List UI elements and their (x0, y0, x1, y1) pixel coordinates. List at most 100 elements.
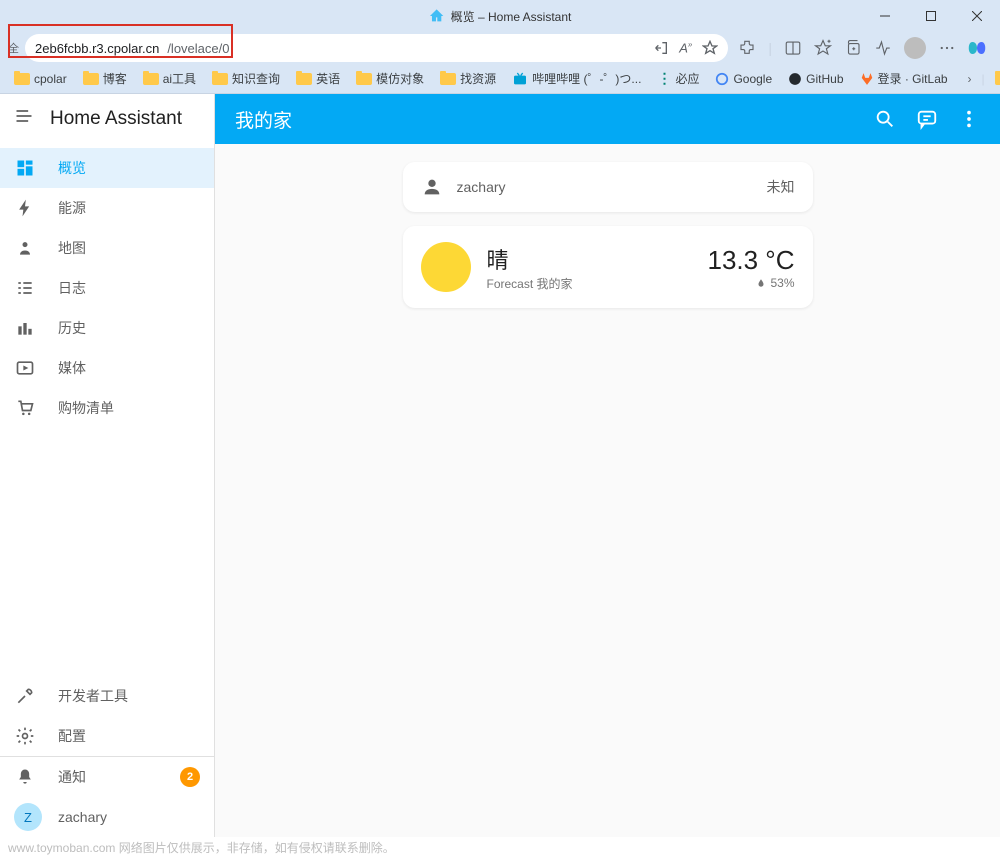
person-status: 未知 (767, 177, 795, 197)
assist-icon[interactable] (916, 108, 938, 130)
sidebar-item-label: 通知 (58, 767, 86, 787)
window-title-group: 概览 – Home Assistant (429, 8, 572, 25)
sidebar-item-media[interactable]: 媒体 (0, 348, 214, 388)
sidebar-item-label: 媒体 (58, 358, 86, 378)
overflow-menu-icon[interactable] (958, 108, 980, 130)
header-title: 我的家 (235, 106, 292, 133)
sidebar-item-label: 日志 (58, 278, 86, 298)
bing-icon: ⋮ (657, 70, 671, 87)
sidebar-item-label: 开发者工具 (58, 686, 128, 706)
bookmark-item[interactable]: 博客 (77, 68, 133, 89)
main-content: 我的家 zachary 未知 晴 Forecast 我的家 13.3 °C (215, 94, 1000, 837)
bookmark-item[interactable]: cpolar (8, 70, 73, 88)
sidebar-item-overview[interactable]: 概览 (0, 148, 214, 188)
bookmark-item[interactable]: Google (709, 70, 778, 88)
search-hint-icon[interactable] (653, 40, 669, 56)
sidebar-item-history[interactable]: 历史 (0, 308, 214, 348)
menu-toggle-button[interactable] (14, 106, 34, 132)
sidebar-title: Home Assistant (50, 108, 182, 130)
bolt-icon (14, 198, 36, 218)
cart-icon (14, 398, 36, 418)
person-icon (421, 176, 443, 198)
sidebar-item-shopping[interactable]: 购物清单 (0, 388, 214, 428)
notification-badge: 2 (180, 767, 200, 787)
window-close-button[interactable] (954, 0, 1000, 32)
github-icon (788, 72, 802, 86)
user-avatar: Z (14, 803, 42, 831)
sidebar-user-label: zachary (58, 809, 107, 825)
sidebar-item-user[interactable]: Z zachary (0, 797, 214, 837)
address-input[interactable]: 2eb6fcbb.r3.cpolar.cn/lovelace/0 A» (25, 34, 728, 62)
sidebar-item-label: 地图 (58, 238, 86, 258)
text-size-icon[interactable]: A» (679, 40, 692, 55)
folder-icon (212, 73, 228, 85)
bookmark-item[interactable]: 模仿对象 (350, 68, 430, 89)
weather-humidity: 53% (707, 276, 794, 290)
weather-forecast-label: Forecast 我的家 (487, 275, 573, 292)
favorite-star-icon[interactable] (702, 40, 718, 56)
dashboard-icon (14, 158, 36, 178)
sidebar-header: Home Assistant (0, 94, 214, 144)
other-bookmarks-folder[interactable]: 其他收藏夹 (989, 68, 1000, 89)
sidebar-item-label: 能源 (58, 198, 86, 218)
performance-icon[interactable] (874, 39, 892, 57)
media-icon (14, 358, 36, 378)
logbook-icon (14, 278, 36, 298)
map-icon (14, 238, 36, 258)
extensions-icon[interactable] (738, 39, 756, 57)
weather-card[interactable]: 晴 Forecast 我的家 13.3 °C 53% (403, 226, 813, 308)
window-minimize-button[interactable] (862, 0, 908, 32)
search-icon[interactable] (874, 108, 896, 130)
favorites-icon[interactable] (814, 39, 832, 57)
window-maximize-button[interactable] (908, 0, 954, 32)
droplet-icon (756, 278, 766, 288)
weather-temperature: 13.3 °C (707, 245, 794, 276)
bell-icon (14, 767, 36, 787)
sun-icon (421, 242, 471, 292)
watermark-footer: www.toymoban.com 网络图片仅供展示，非存储，如有侵权请联系删除。 (0, 837, 1000, 857)
sidebar-item-map[interactable]: 地图 (0, 228, 214, 268)
sidebar: Home Assistant 概览 能源 地图 日志 历史 (0, 94, 215, 837)
folder-icon (296, 73, 312, 85)
bookmarks-overflow-button[interactable]: › (962, 72, 978, 86)
gitlab-icon (860, 72, 874, 86)
sidebar-item-label: 历史 (58, 318, 86, 338)
sidebar-item-config[interactable]: 配置 (0, 716, 214, 756)
folder-icon (143, 73, 159, 85)
bookmark-item[interactable]: 登录 · GitLab (854, 68, 954, 89)
google-icon (715, 72, 729, 86)
url-host: 2eb6fcbb.r3.cpolar.cn (35, 41, 159, 56)
sidebar-item-energy[interactable]: 能源 (0, 188, 214, 228)
split-screen-icon[interactable] (784, 39, 802, 57)
bookmark-item[interactable]: 英语 (290, 68, 346, 89)
folder-icon (356, 73, 372, 85)
security-prefix: 全 (8, 40, 19, 56)
person-card[interactable]: zachary 未知 (403, 162, 813, 212)
folder-icon (995, 73, 1000, 85)
bilibili-icon (512, 71, 528, 87)
bookmark-item[interactable]: 哔哩哔哩 (゜-゜)つ... (506, 68, 647, 89)
bookmark-item[interactable]: 找资源 (434, 68, 502, 89)
window-titlebar: 概览 – Home Assistant (0, 0, 1000, 32)
sidebar-item-label: 购物清单 (58, 398, 114, 418)
bookmark-item[interactable]: 知识查询 (206, 68, 286, 89)
history-icon (14, 318, 36, 338)
folder-icon (440, 73, 456, 85)
sidebar-item-label: 概览 (58, 158, 86, 178)
profile-avatar[interactable] (904, 37, 926, 59)
more-icon[interactable] (938, 39, 956, 57)
address-bar-row: 全 2eb6fcbb.r3.cpolar.cn/lovelace/0 A» | (0, 32, 1000, 64)
sidebar-item-notifications[interactable]: 通知 2 (0, 757, 214, 797)
sidebar-item-devtools[interactable]: 开发者工具 (0, 676, 214, 716)
collections-icon[interactable] (844, 39, 862, 57)
copilot-icon[interactable] (968, 39, 986, 57)
app-header: 我的家 (215, 94, 1000, 144)
sidebar-item-logbook[interactable]: 日志 (0, 268, 214, 308)
home-assistant-icon (429, 8, 445, 24)
url-path: /lovelace/0 (167, 41, 229, 56)
bookmarks-bar: cpolar 博客 ai工具 知识查询 英语 模仿对象 找资源 哔哩哔哩 (゜-… (0, 64, 1000, 94)
cog-icon (14, 726, 36, 746)
bookmark-item[interactable]: ai工具 (137, 68, 202, 89)
bookmark-item[interactable]: ⋮必应 (651, 68, 705, 89)
bookmark-item[interactable]: GitHub (782, 70, 849, 88)
